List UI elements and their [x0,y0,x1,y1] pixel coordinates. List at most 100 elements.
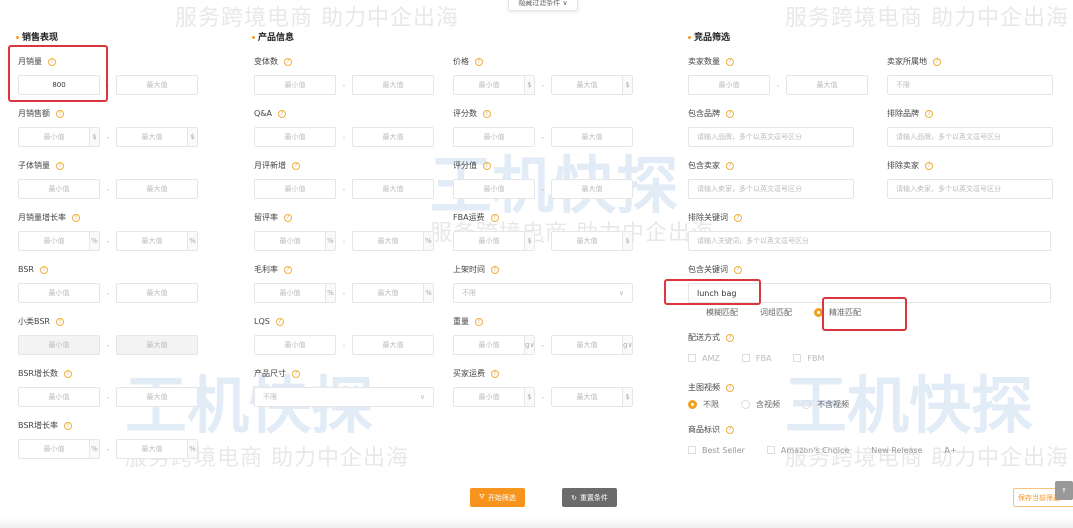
delivery-amz[interactable]: AMZ [688,354,720,363]
badge-best-seller[interactable]: Best Seller [688,446,745,455]
max-input[interactable]: 最大值% [352,283,434,303]
input-placeholder: 请输入品牌，多个以英文逗号区分 [896,133,1001,141]
min-input[interactable]: 最小值 [18,179,100,199]
min-input[interactable]: 最小值 [453,127,535,147]
range-dash: - [106,236,110,246]
min-input[interactable]: 最小值 $ [453,75,535,95]
min-input[interactable]: 最小值% [254,231,336,251]
help-icon: ? [292,370,300,378]
text-input[interactable]: 请输入卖家，多个以英文逗号区分 [887,179,1053,199]
back-to-top-button[interactable]: ↑ [1055,481,1073,500]
help-icon: ? [925,110,933,118]
max-input[interactable]: 最大值 $ [551,387,633,407]
max-input[interactable]: 最大值 [551,127,633,147]
min-placeholder: 最小值 [48,341,70,349]
max-input[interactable]: 最大值% [116,439,198,459]
max-input[interactable]: 最大值 [352,127,434,147]
delivery-fba[interactable]: FBA [741,354,771,363]
min-input[interactable]: 最小值% [254,283,336,303]
max-input[interactable]: 最大值 [786,75,868,95]
min-input[interactable]: 最小值 [688,75,770,95]
filter-label-text: 变体数 [254,57,278,66]
help-icon: ? [284,58,292,66]
filter-label-text: 卖家所属地 [887,57,927,66]
video-any[interactable]: 不限 [688,399,719,410]
max-input[interactable]: 最大值% [352,231,434,251]
filter-label: 变体数? [254,55,434,69]
min-input[interactable]: 最小值 [254,75,336,95]
max-input[interactable]: 最大值 [352,179,434,199]
video-with[interactable]: 含视频 [741,399,780,410]
min-input[interactable]: 最小值 [254,179,336,199]
input-placeholder: 请输入卖家，多个以英文逗号区分 [896,185,1001,193]
max-input[interactable]: 最大值% [116,231,198,251]
min-input[interactable]: 最小值 [18,387,100,407]
max-input[interactable]: 最大值 [116,335,198,355]
checkbox-icon [766,446,775,454]
max-placeholder: 最大值 [146,81,168,89]
min-input[interactable]: 最小值 $ [453,387,535,407]
help-icon: ? [726,110,734,118]
filter-inputs: 最小值% - 最大值% [18,231,198,251]
video-without[interactable]: 不含视频 [802,399,849,410]
max-placeholder: 最大值 [141,133,163,141]
max-input[interactable]: 最大值 [116,75,198,95]
min-input[interactable]: 最小值 [453,179,535,199]
badge-new-release[interactable]: New Release [871,446,922,455]
text-input[interactable]: 请输入品牌，多个以英文逗号区分 [688,127,854,147]
range-dash: - [541,236,545,246]
max-placeholder: 最大值 [146,341,168,349]
min-input[interactable]: 最小值 [254,127,336,147]
help-icon: ? [56,162,64,170]
video-options: 不限 含视频 不含视频 [688,396,849,412]
input-placeholder: 请输入品牌，多个以英文逗号区分 [697,133,802,141]
max-input[interactable]: 最大值 $ [116,127,198,147]
delivery-fbm[interactable]: FBM [793,354,824,363]
min-input[interactable]: 最小值 $ [453,231,535,251]
filter-label-text: 价格 [453,57,469,66]
min-input[interactable]: 最小值 [18,335,100,355]
start-filter-button[interactable]: ⛛ 开始筛选 [470,488,525,507]
max-input[interactable]: 最大值 [116,387,198,407]
max-input[interactable]: 最大值 [116,179,198,199]
min-input[interactable]: 最小值 g∨ [453,335,535,355]
min-input[interactable]: 最小值% [18,231,100,251]
max-input[interactable]: 最大值 $ [551,75,633,95]
select-input[interactable]: 不限 ∨ [453,283,633,303]
text-input[interactable]: 不限 [887,75,1053,95]
section-title-sales: 销售表现 [16,30,58,43]
max-input[interactable]: 最大值 $ [551,231,633,251]
text-input[interactable]: 请输入关键词，多个以英文逗号区分 [688,231,1051,251]
max-input[interactable]: 最大值 [551,179,633,199]
video-label-text: 主图视频 [688,383,720,392]
highlight-exact-match [822,297,907,331]
max-input[interactable]: 最大值 [116,283,198,303]
hide-filters-button[interactable]: 隐藏过滤条件 ∨ [508,0,578,11]
max-input[interactable]: 最大值 [352,75,434,95]
match-fuzzy[interactable]: 模糊匹配 [706,307,738,318]
badge-a-plus[interactable]: A+ [945,446,957,455]
unit-label: $ [622,232,632,250]
range-dash: - [106,340,110,350]
min-input[interactable]: 最小值% [18,439,100,459]
min-input[interactable]: 最小值 $ [18,127,100,147]
text-input[interactable]: 请输入卖家，多个以英文逗号区分 [688,179,854,199]
match-phrase[interactable]: 词组匹配 [760,307,792,318]
filter-row: 评分值? 最小值 - 最大值 [453,159,633,211]
video-with-label: 含视频 [756,399,780,409]
min-input[interactable]: 最小值 [254,335,336,355]
range-dash: - [106,444,110,454]
badge-amazons-choice[interactable]: Amazon's Choice [766,446,849,455]
checkbox-icon [793,354,802,362]
max-placeholder: 最大值 [576,237,598,245]
max-input[interactable]: 最大值 g∨ [551,335,633,355]
max-input[interactable]: 最大值 [352,335,434,355]
min-input[interactable]: 最小值 [18,283,100,303]
input-placeholder: 请输入关键词，多个以英文逗号区分 [697,237,809,245]
unit-label: $ [187,128,197,146]
select-input[interactable]: 不限 ∨ [254,387,434,407]
filter-label-text: 包含关键词 [688,265,728,274]
reset-button[interactable]: ↻ 重置条件 [562,488,617,507]
text-input[interactable]: 请输入品牌，多个以英文逗号区分 [887,127,1053,147]
filter-row: 月销量增长率? 最小值% - 最大值% [18,211,198,263]
